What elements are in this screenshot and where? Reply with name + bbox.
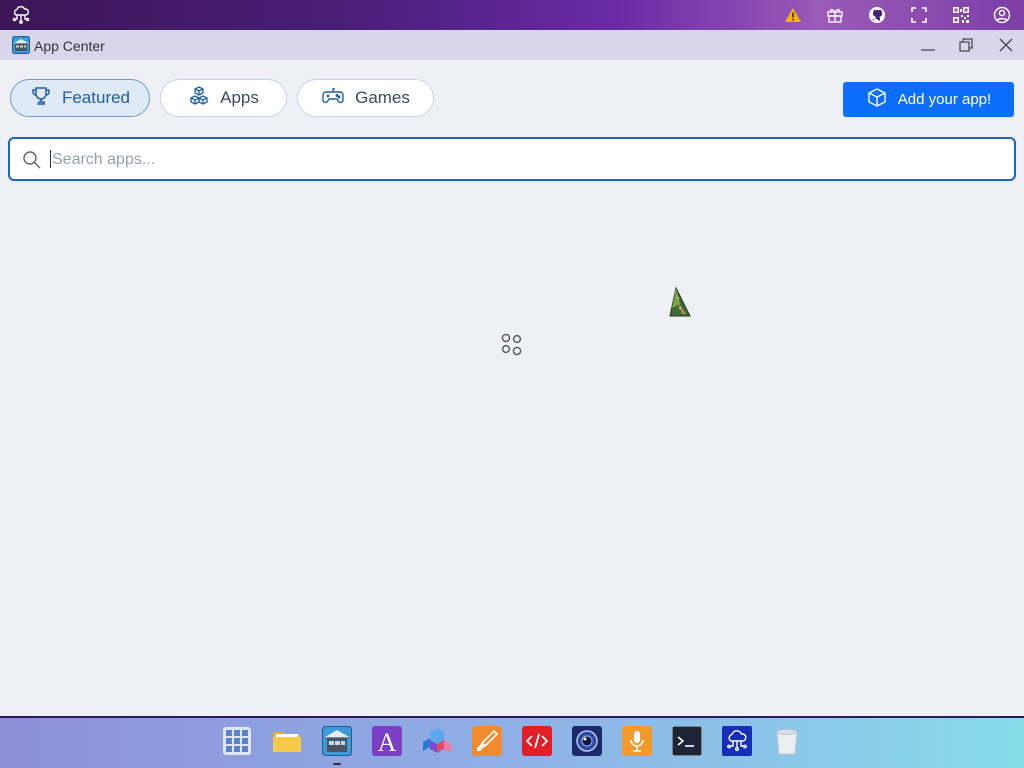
dock-item-paint-app[interactable]: [472, 725, 502, 761]
active-app-indicator: [333, 763, 341, 765]
cloud-network-icon[interactable]: [11, 5, 31, 25]
add-your-app-label: Add your app!: [897, 91, 992, 108]
tab-apps-label: Apps: [220, 88, 259, 107]
tab-featured-label: Featured: [61, 88, 131, 107]
dock-item-trash[interactable]: [772, 728, 802, 758]
dock-item-font-app[interactable]: A: [372, 725, 402, 761]
loading-spinner: [500, 332, 526, 358]
close-icon[interactable]: [994, 35, 1018, 55]
maximize-icon[interactable]: [954, 35, 978, 55]
search-input[interactable]: [50, 145, 1004, 175]
dock-item-code-editor[interactable]: [522, 725, 552, 761]
microphone-icon: [622, 725, 652, 761]
dock-item-terminal[interactable]: [671, 725, 703, 761]
cubes-icon: [188, 85, 210, 112]
window-title: App Center: [34, 38, 105, 54]
terminal-icon: [671, 725, 703, 761]
tab-apps[interactable]: Apps: [160, 79, 287, 117]
search-bar[interactable]: [8, 137, 1016, 181]
brush-icon: [472, 725, 502, 761]
github-icon[interactable]: [867, 5, 887, 25]
window-title-bar[interactable]: App Center: [0, 30, 1024, 60]
trash-icon: [773, 726, 801, 761]
top-bar: [0, 0, 1024, 30]
add-your-app-button[interactable]: Add your app!: [843, 82, 1014, 117]
search-icon: [22, 150, 42, 175]
tab-games[interactable]: Games: [297, 79, 434, 117]
user-circle-icon[interactable]: [992, 5, 1012, 25]
app-center-icon: [12, 36, 30, 54]
tab-featured[interactable]: Featured: [10, 79, 150, 117]
tab-games-label: Games: [355, 88, 410, 107]
gift-icon[interactable]: [825, 5, 845, 25]
folder-icon: [272, 728, 302, 759]
letter-a-icon: A: [372, 725, 402, 761]
svg-text:A: A: [378, 728, 397, 756]
dock-item-app-launcher[interactable]: [222, 726, 252, 760]
code-icon: [522, 725, 552, 761]
gamepad-icon: [321, 85, 345, 112]
dock-item-3d-cubes-app[interactable]: [422, 726, 452, 761]
dock-item-network-app[interactable]: [722, 725, 752, 761]
dock: A: [0, 716, 1024, 768]
wizard-hat-cursor-icon: [666, 286, 694, 323]
fullscreen-icon[interactable]: [909, 5, 929, 25]
box-icon: [866, 87, 888, 113]
cubes-3d-icon: [422, 726, 452, 761]
qrcode-icon[interactable]: [951, 5, 971, 25]
grid-icon: [223, 726, 251, 760]
text-caret: [50, 150, 51, 168]
dock-item-file-explorer[interactable]: [272, 728, 302, 758]
app-center-content: Featured Apps Games Add your app! Search…: [0, 60, 1024, 716]
cloud-network-icon: [722, 725, 752, 761]
app-center-icon: [322, 725, 352, 761]
dock-item-camera-app[interactable]: [572, 725, 602, 761]
dock-item-app-center[interactable]: [322, 725, 352, 761]
trophy-icon: [30, 85, 52, 112]
minimize-icon[interactable]: [916, 35, 940, 55]
dock-item-recorder-app[interactable]: [622, 725, 652, 761]
camera-icon: [572, 725, 602, 761]
warning-icon[interactable]: [783, 5, 803, 25]
